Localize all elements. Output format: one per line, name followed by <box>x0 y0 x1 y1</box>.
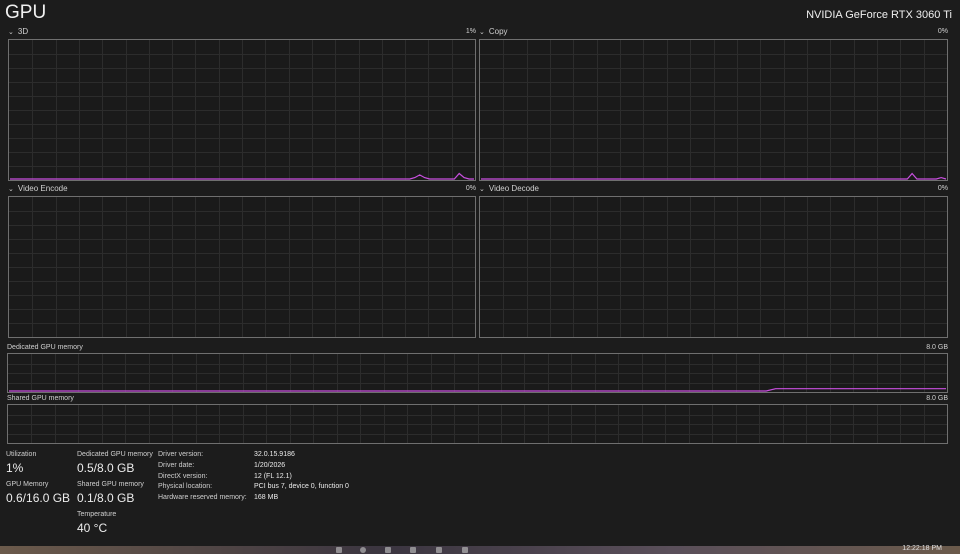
engine-label-copy: Copy <box>488 27 508 36</box>
taskbar-app-icon[interactable] <box>336 547 342 553</box>
shared-memory-value: 0.1/8.0 GB <box>77 491 135 505</box>
engine-selector-video-encode[interactable]: ⌄ Video Encode <box>8 184 68 193</box>
engine-copy-plot <box>480 40 947 180</box>
engine-video-decode-plot <box>480 197 947 337</box>
engine-percent-video-encode: 0% <box>465 185 476 192</box>
info-label-physical-location: Physical location: <box>158 483 213 490</box>
info-label-driver-version: Driver version: <box>158 451 204 458</box>
shared-memory-label: Shared GPU memory <box>77 481 144 488</box>
info-value-directx-version: 12 (FL 12.1) <box>254 473 292 480</box>
engine-selector-video-decode[interactable]: ⌄ Video Decode <box>479 184 539 193</box>
taskbar-app-icon[interactable] <box>462 547 468 553</box>
engine-selector-3d[interactable]: ⌄ 3D <box>8 27 28 36</box>
shared-memory-graph-max: 8.0 GB <box>926 395 948 402</box>
engine-3d-plot <box>9 40 475 180</box>
engine-label-3d: 3D <box>17 27 29 36</box>
dedicated-memory-value: 0.5/8.0 GB <box>77 461 135 475</box>
dedicated-memory-graph-label: Dedicated GPU memory <box>7 344 83 351</box>
info-label-hardware-reserved-memory: Hardware reserved memory: <box>158 494 247 501</box>
engine-graph-video-encode <box>8 196 476 338</box>
engine-label-video-encode: Video Encode <box>17 184 68 193</box>
info-value-driver-version: 32.0.15.9186 <box>254 451 295 458</box>
engine-label-video-decode: Video Decode <box>488 184 539 193</box>
gpu-memory-value: 0.6/16.0 GB <box>6 491 71 505</box>
gpu-memory-label: GPU Memory <box>6 481 49 488</box>
dedicated-memory-graph-max: 8.0 GB <box>926 344 948 351</box>
engine-graph-video-decode <box>479 196 948 338</box>
info-label-directx-version: DirectX version: <box>158 473 208 480</box>
gpu-model-name: NVIDIA GeForce RTX 3060 Ti <box>806 9 952 21</box>
engine-percent-copy: 0% <box>937 28 948 35</box>
utilization-label: Utilization <box>6 451 37 458</box>
taskbar-app-icon[interactable] <box>385 547 391 553</box>
engine-graph-copy <box>479 39 948 181</box>
dedicated-memory-label: Dedicated GPU memory <box>77 451 153 458</box>
engine-graph-3d <box>8 39 476 181</box>
dedicated-memory-plot <box>8 354 947 392</box>
chevron-down-icon: ⌄ <box>479 28 485 36</box>
taskbar-clock[interactable]: 12:22:18 PM <box>902 545 942 552</box>
temperature-label: Temperature <box>77 511 117 518</box>
shared-memory-graph <box>7 404 948 444</box>
engine-percent-3d: 1% <box>465 28 476 35</box>
chevron-down-icon: ⌄ <box>479 185 485 193</box>
shared-memory-graph-label: Shared GPU memory <box>7 395 74 402</box>
taskbar-app-icon[interactable] <box>436 547 442 553</box>
info-value-physical-location: PCI bus 7, device 0, function 0 <box>254 483 349 490</box>
page-title: GPU <box>5 2 47 23</box>
info-value-hardware-reserved-memory: 168 MB <box>254 494 279 501</box>
engine-video-encode-plot <box>9 197 475 337</box>
info-label-driver-date: Driver date: <box>158 462 195 469</box>
temperature-value: 40 °C <box>77 521 108 535</box>
utilization-value: 1% <box>6 461 24 475</box>
dedicated-memory-graph <box>7 353 948 393</box>
taskbar: 12:22:18 PM <box>0 545 960 554</box>
chevron-down-icon: ⌄ <box>8 28 14 36</box>
shared-memory-plot <box>8 405 947 443</box>
taskbar-app-icon[interactable] <box>410 547 416 553</box>
taskbar-app-icon[interactable] <box>360 547 366 553</box>
engine-percent-video-decode: 0% <box>937 185 948 192</box>
engine-selector-copy[interactable]: ⌄ Copy <box>479 27 508 36</box>
chevron-down-icon: ⌄ <box>8 185 14 193</box>
info-value-driver-date: 1/20/2026 <box>254 462 286 469</box>
